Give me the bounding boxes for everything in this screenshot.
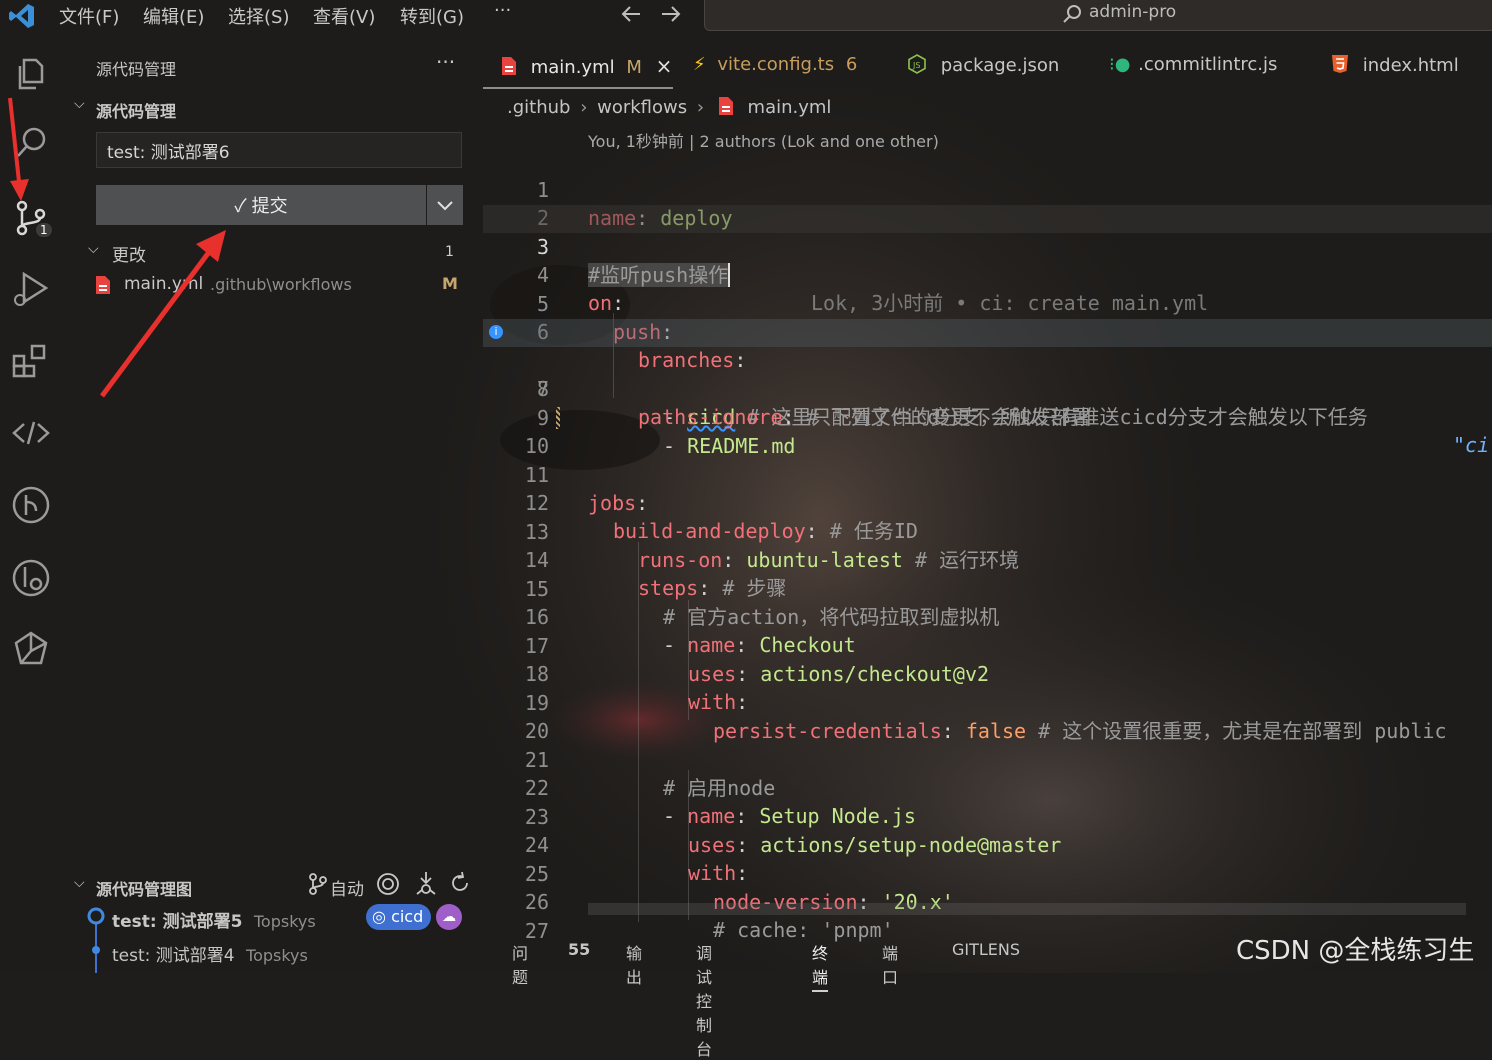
svg-text:JS: JS <box>912 61 920 70</box>
menu-file[interactable]: 文件(F) <box>59 3 119 29</box>
panel-tab-terminal[interactable]: 终端 <box>812 940 829 992</box>
menu-more[interactable]: ··· <box>494 0 511 21</box>
commit-message: test: 测试部署5 <box>112 912 243 932</box>
code-line: 14 steps: # 步骤 <box>524 548 787 600</box>
breadcrumb-item[interactable]: .github <box>507 97 570 118</box>
back-arrow-icon[interactable] <box>620 4 642 24</box>
graph-auto-label[interactable]: 自动 <box>330 875 364 900</box>
gitlens-icon[interactable] <box>10 629 52 671</box>
html-icon <box>1332 55 1348 73</box>
code-line: 21 # 启用node <box>524 748 776 800</box>
code-line: 11 jobs: <box>524 463 649 515</box>
code-line: 18 with: <box>524 662 749 714</box>
tab-main-yml[interactable]: main.yml M × <box>501 54 672 78</box>
code-line: 22 - name: Setup Node.js <box>524 776 916 828</box>
title-bar: 文件(F) 编辑(E) 选择(S) 查看(V) 转到(G) ··· admin-… <box>0 0 1492 36</box>
code-line: 16 - name: Checkout <box>524 605 856 657</box>
search-icon <box>1063 5 1081 23</box>
vscode-logo-icon <box>9 4 34 28</box>
code-line: 19 persist-credentials: false # 这个设置很重要，… <box>524 691 1447 743</box>
tab-package-json[interactable]: JS package.json <box>907 54 1059 76</box>
breadcrumb-item[interactable]: main.yml <box>748 97 832 118</box>
code-line: 25 node-version: '20.x' <box>524 862 954 914</box>
commitlint-icon: ⁝● <box>1109 54 1131 75</box>
source-control-sidebar: 源代码管理 ··· ⌵ 源代码管理 ✓ 提交 ⌵ 更改 1 main.yml .… <box>8 36 482 973</box>
cloud-badge: ☁ <box>436 904 462 930</box>
code-line: 2 <box>536 206 549 230</box>
chevron-down-icon[interactable]: ⌵ <box>74 875 85 891</box>
code-line: 23 uses: actions/setup-node@master <box>524 805 1062 857</box>
code-line: i 7 - cicd # 这里只配置了cicd分支，所以只有推送cicd分支才会… <box>483 319 1492 457</box>
panel-tab-gitlens[interactable]: GITLENS <box>952 940 1020 959</box>
graph-commit-row[interactable]: test: 测试部署4 Topskys <box>112 941 308 966</box>
code-line: 20 <box>524 719 549 743</box>
chevron-right-icon: › <box>580 97 588 118</box>
code-line: 24 with: <box>524 833 749 885</box>
code-line: 4 on: <box>536 263 625 315</box>
menu-view[interactable]: 查看(V) <box>313 3 375 29</box>
code-line: 8 paths-ignore: # 下列文件的变更不会触发部署 <box>536 377 1091 429</box>
code-line: 5 push: <box>536 292 674 344</box>
gitlens-inspect-icon[interactable] <box>10 557 52 599</box>
code-line: 1 name: deploy <box>536 178 733 230</box>
panel-tab-ports[interactable]: 端口 <box>882 940 898 988</box>
cloud-icon: ☁ <box>442 909 456 925</box>
editor-tabs: main.yml M × ⚡ vite.config.ts 6 JS packa… <box>483 36 1492 89</box>
tab-index-html[interactable]: index.html <box>1331 54 1459 76</box>
chevron-right-icon: › <box>696 97 705 118</box>
tab-vite-config[interactable]: ⚡ vite.config.ts 6 <box>693 54 857 75</box>
menu-edit[interactable]: 编辑(E) <box>143 3 204 29</box>
tab-problem-count: 6 <box>845 54 858 75</box>
fetch-icon[interactable] <box>414 870 438 896</box>
red-arrow-annotation <box>8 97 226 398</box>
branch-badge-cicd[interactable]: ◎ cicd <box>366 904 432 930</box>
code-line: 13 runs-on: ubuntu-latest # 运行环境 <box>524 520 1020 572</box>
code-line: 9 - README.md <box>536 406 796 458</box>
code-line: 12 build-and-deploy: # 任务ID <box>524 491 918 543</box>
problems-count-badge: 55 <box>568 940 591 959</box>
code-line-current: 3 #监听push操作 Lok, 3小时前 • ci: create main.… <box>483 205 1492 315</box>
tab-close-button[interactable]: × <box>656 54 673 78</box>
tab-modified-indicator: M <box>626 57 642 78</box>
watermark: CSDN @全栈练习生 <box>1236 936 1475 966</box>
refresh-icon[interactable] <box>448 871 472 895</box>
menu-go[interactable]: 转到(G) <box>400 3 464 29</box>
commit-message: test: 测试部署4 <box>112 946 235 966</box>
breadcrumb-item[interactable]: workflows <box>597 97 687 118</box>
nodejs-icon: JS <box>908 54 926 74</box>
graph-commit-row[interactable]: test: 测试部署5 Topskys <box>112 907 316 932</box>
code-line: 26 # cache: 'pnpm' <box>524 890 894 942</box>
git-graph-icon[interactable] <box>10 484 52 526</box>
workspace-name: admin-pro <box>1089 2 1177 22</box>
code-line: 17 uses: actions/checkout@v2 <box>524 634 990 686</box>
panel-tab-problems[interactable]: 问题 <box>512 940 528 988</box>
info-icon[interactable]: i <box>489 325 503 339</box>
horizontal-scrollbar[interactable] <box>588 903 1466 915</box>
graph-line <box>87 907 105 973</box>
forward-arrow-icon[interactable] <box>660 4 682 24</box>
breadcrumb: .github › workflows › main.yml <box>507 96 831 118</box>
active-tab-indicator <box>483 87 673 89</box>
tab-commitlintrc[interactable]: ⁝● .commitlintrc.js <box>1109 54 1277 75</box>
command-center[interactable]: admin-pro <box>704 0 1492 31</box>
target-icon: ◎ <box>372 907 386 926</box>
panel-tab-output[interactable]: 输出 <box>626 940 642 988</box>
code-line: 15 # 官方action，将代码拉取到虚拟机 <box>524 577 1000 629</box>
code-line: 6 branches: <box>536 320 747 372</box>
yaml-file-icon <box>718 97 733 115</box>
code-line: 10 <box>483 404 1492 458</box>
target-icon[interactable] <box>376 872 400 896</box>
menu-selection[interactable]: 选择(S) <box>228 3 289 29</box>
editor-area: main.yml M × ⚡ vite.config.ts 6 JS packa… <box>483 36 1492 973</box>
lightning-icon: ⚡ <box>693 54 706 75</box>
commit-author: Topskys <box>253 912 316 931</box>
yaml-file-icon <box>502 57 516 75</box>
section-source-control-graph[interactable]: 源代码管理图 <box>96 876 192 900</box>
branch-icon[interactable] <box>308 872 328 896</box>
commit-author: Topskys <box>246 946 308 965</box>
git-gutter-modified <box>556 407 560 429</box>
panel-tab-debug-console[interactable]: 调试控制台 <box>696 940 712 1060</box>
